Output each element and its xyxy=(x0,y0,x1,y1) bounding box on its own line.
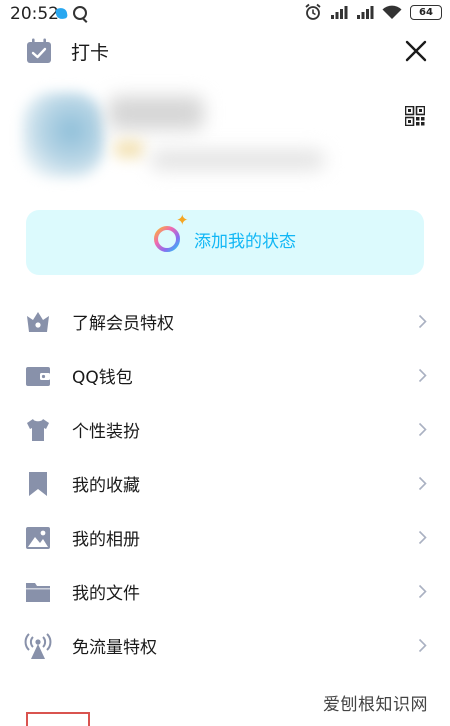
menu-item-label: 免流量特权 xyxy=(72,638,157,658)
close-icon[interactable] xyxy=(401,36,431,66)
vip-crown-icon xyxy=(27,312,49,332)
tshirt-icon xyxy=(27,419,49,441)
drawer-menu: 了解会员特权 QQ钱包 个性装扮 我的收藏 我的相册 我的文件 免流量特权 xyxy=(0,295,450,673)
cellular-signal-2-icon xyxy=(357,6,374,19)
sparkle-icon: ✦ xyxy=(176,211,189,229)
menu-item-label: 我的收藏 xyxy=(72,476,140,496)
alarm-icon xyxy=(305,3,321,20)
menu-item-files[interactable]: 我的文件 xyxy=(0,565,450,619)
menu-item-vip[interactable]: 了解会员特权 xyxy=(0,295,450,349)
folder-icon xyxy=(26,583,50,602)
chevron-right-icon xyxy=(418,530,427,545)
signature-blurred xyxy=(150,150,325,170)
menu-item-label: 了解会员特权 xyxy=(72,314,174,334)
chevron-right-icon xyxy=(418,314,427,329)
username-blurred xyxy=(108,96,204,130)
chevron-right-icon xyxy=(418,476,427,491)
level-badge-blurred xyxy=(114,140,144,158)
bookmark-icon xyxy=(29,472,47,496)
search-notification-icon xyxy=(73,6,87,20)
menu-item-album[interactable]: 我的相册 xyxy=(0,511,450,565)
status-time: 20:52 xyxy=(10,4,59,24)
chevron-right-icon xyxy=(418,422,427,437)
chevron-right-icon xyxy=(418,584,427,599)
check-in-label[interactable]: 打卡 xyxy=(71,38,109,65)
menu-item-themes[interactable]: 个性装扮 xyxy=(0,403,450,457)
photo-album-icon xyxy=(26,527,50,549)
calendar-check-icon[interactable] xyxy=(26,38,52,64)
battery-indicator: 64 xyxy=(410,4,442,20)
menu-item-label: 个性装扮 xyxy=(72,422,140,442)
watermark-text: 爱刨根知识网 xyxy=(323,695,428,715)
avatar[interactable] xyxy=(22,92,104,178)
highlight-frame xyxy=(26,712,90,726)
wallet-icon xyxy=(26,367,50,386)
cellular-signal-icon xyxy=(331,6,348,19)
add-status-label[interactable]: 添加我的状态 xyxy=(194,227,296,252)
status-indicators: 64 xyxy=(304,3,442,21)
chevron-right-icon xyxy=(418,638,427,653)
chevron-right-icon xyxy=(418,368,427,383)
menu-item-label: 我的文件 xyxy=(72,584,140,604)
menu-item-wallet[interactable]: QQ钱包 xyxy=(0,349,450,403)
wifi-icon xyxy=(382,5,402,19)
menu-item-label: QQ钱包 xyxy=(72,368,133,388)
menu-item-favorites[interactable]: 我的收藏 xyxy=(0,457,450,511)
menu-item-free-data[interactable]: 免流量特权 xyxy=(0,619,450,673)
status-bar: 20:52 64 xyxy=(0,0,450,30)
qrcode-icon[interactable] xyxy=(405,106,425,126)
signal-tower-icon xyxy=(24,633,52,659)
menu-item-label: 我的相册 xyxy=(72,530,140,550)
